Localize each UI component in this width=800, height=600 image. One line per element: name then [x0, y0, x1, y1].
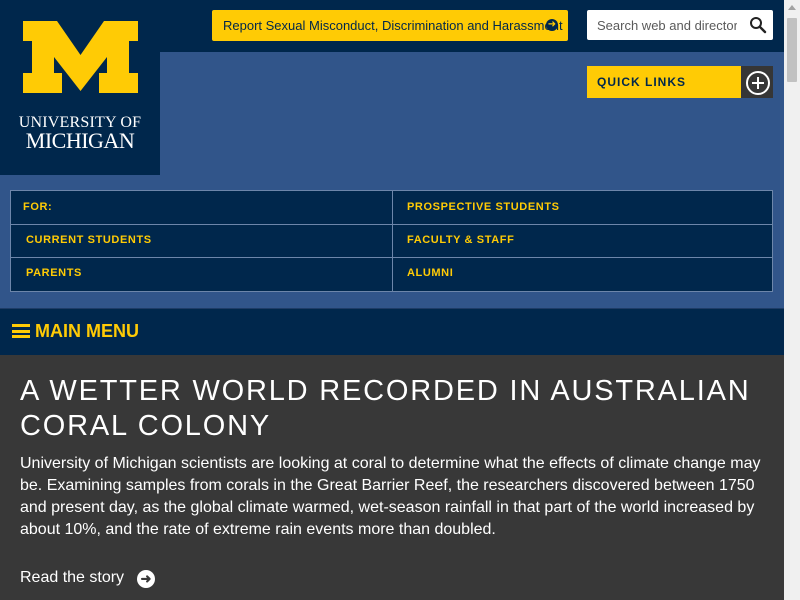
divider — [11, 257, 772, 258]
block-m-logo-icon — [23, 21, 138, 93]
plus-circle-icon — [746, 71, 770, 95]
hamburger-icon[interactable] — [12, 324, 30, 338]
search-box — [587, 10, 773, 40]
scrollbar[interactable] — [784, 0, 800, 600]
scroll-up-arrow-icon[interactable] — [788, 5, 796, 10]
search-icon[interactable] — [749, 16, 767, 34]
scrollbar-thumb[interactable] — [787, 18, 797, 82]
report-misconduct-button[interactable]: Report Sexual Misconduct, Discrimination… — [212, 10, 568, 41]
university-logo[interactable]: UNIVERSITY OF MICHIGAN — [0, 0, 160, 175]
audience-link-current-students[interactable]: CURRENT STUDENTS — [26, 224, 152, 257]
search-input[interactable] — [587, 10, 737, 40]
hero-description: University of Michigan scientists are lo… — [20, 455, 761, 538]
audience-for-label: FOR: — [23, 201, 53, 213]
logo-text-michigan: MICHIGAN — [25, 128, 135, 153]
hero-title: A WETTER WORLD RECORDED IN AUSTRALIAN CO… — [20, 375, 751, 442]
quick-links-toggle[interactable] — [741, 66, 773, 98]
read-story-link[interactable]: Read the story — [20, 569, 124, 587]
hero-story: A WETTER WORLD RECORDED IN AUSTRALIAN CO… — [0, 355, 784, 600]
divider — [392, 191, 393, 291]
main-menu-bar[interactable]: MAIN MENU — [0, 308, 784, 355]
audience-link-parents[interactable]: PARENTS — [26, 257, 82, 290]
arrow-right-icon: ➜ — [546, 19, 558, 31]
audience-nav: FOR: PROSPECTIVE STUDENTS CURRENT STUDEN… — [10, 190, 773, 292]
quick-links-button[interactable]: QUICK LINKS — [587, 66, 741, 98]
main-menu-label[interactable]: MAIN MENU — [35, 321, 139, 342]
audience-link-faculty-staff[interactable]: FACULTY & STAFF — [407, 224, 514, 257]
arrow-right-icon[interactable]: ➜ — [137, 570, 155, 588]
audience-link-alumni[interactable]: ALUMNI — [407, 257, 453, 290]
report-misconduct-label: Report Sexual Misconduct, Discrimination… — [223, 18, 563, 33]
audience-link-prospective-students[interactable]: PROSPECTIVE STUDENTS — [407, 191, 560, 224]
